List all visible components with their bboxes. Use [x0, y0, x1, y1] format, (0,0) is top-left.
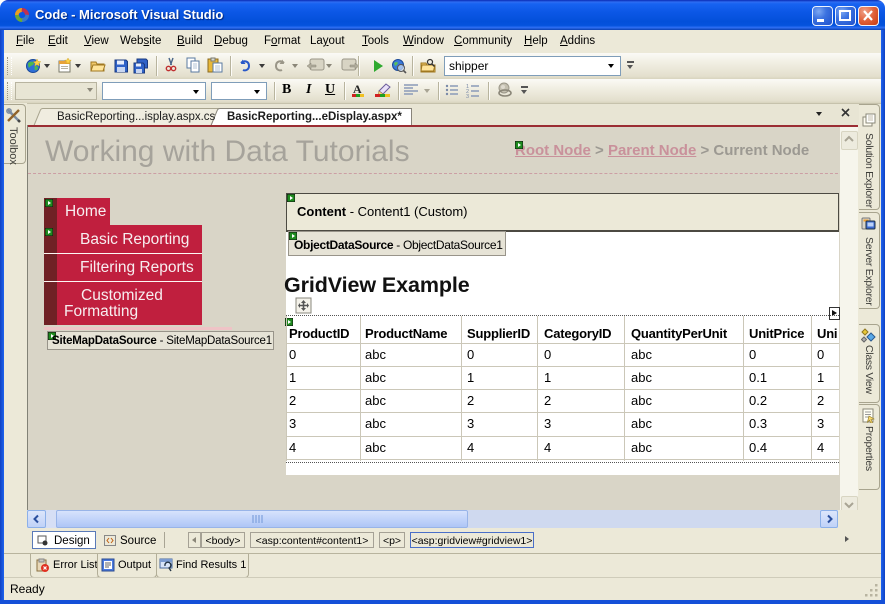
svg-text:3: 3	[466, 94, 469, 98]
svg-text:A: A	[353, 82, 362, 96]
